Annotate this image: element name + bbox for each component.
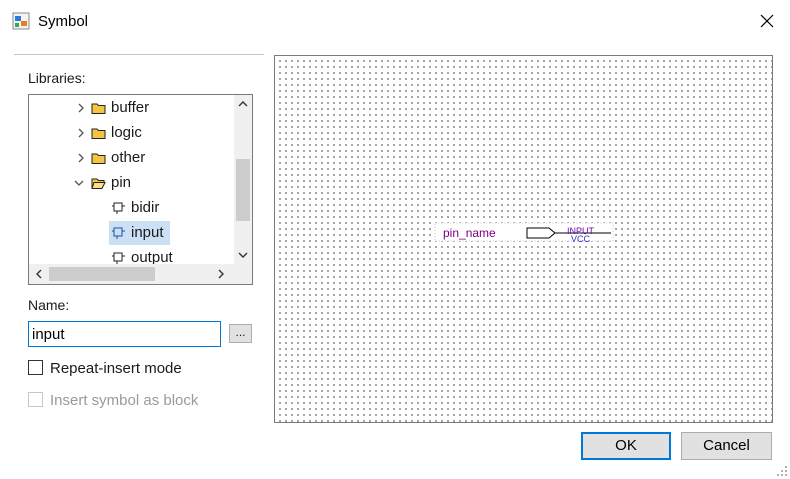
tree-item-label: bidir [131, 199, 160, 216]
chevron-right-icon[interactable] [75, 152, 87, 164]
scrollbar-thumb[interactable] [49, 267, 155, 281]
close-icon [760, 14, 774, 28]
tree-item-buffer[interactable]: buffer [29, 96, 234, 120]
chevron-right-icon[interactable] [75, 127, 87, 139]
scroll-right-icon[interactable] [212, 265, 230, 283]
libraries-label: Libraries: [28, 70, 86, 86]
folder-icon [91, 128, 106, 139]
title-bar: Symbol [0, 0, 790, 42]
vertical-scrollbar[interactable] [234, 95, 252, 264]
scrollbar-thumb[interactable] [236, 159, 250, 221]
browse-button[interactable]: ... [229, 324, 252, 343]
resize-grip-icon[interactable] [776, 465, 788, 477]
libraries-tree[interactable]: buffer logic other pin bidir input outpu… [28, 94, 253, 285]
symbol-icon [112, 202, 125, 214]
symbol-preview: pin_name INPUT VCC [274, 55, 773, 423]
ok-button[interactable]: OK [581, 432, 671, 460]
pin-name-text: pin_name [443, 226, 496, 240]
app-icon [12, 12, 30, 30]
scroll-up-icon[interactable] [234, 95, 252, 113]
chevron-right-icon[interactable] [75, 102, 87, 114]
scroll-down-icon[interactable] [234, 246, 252, 264]
tree-item-pin[interactable]: pin [29, 171, 234, 195]
name-input[interactable] [28, 321, 221, 347]
insert-block-checkbox [28, 392, 43, 407]
input-pin-symbol: pin_name INPUT VCC [434, 222, 614, 244]
symbol-icon [112, 227, 125, 239]
tree-item-bidir[interactable]: bidir [29, 196, 234, 220]
pin-default-text: VCC [571, 234, 591, 244]
tree-item-logic[interactable]: logic [29, 121, 234, 145]
name-label: Name: [28, 297, 70, 313]
tree-item-other[interactable]: other [29, 146, 234, 170]
tree-item-label: logic [111, 124, 142, 141]
cancel-button[interactable]: Cancel [681, 432, 772, 460]
folder-icon [91, 103, 106, 114]
tree-item-label: other [111, 149, 146, 166]
divider [14, 54, 264, 55]
open-folder-icon [91, 178, 106, 189]
chevron-down-icon[interactable] [73, 177, 85, 189]
tree-item-input[interactable]: input [109, 221, 170, 245]
scroll-left-icon[interactable] [30, 265, 48, 283]
tree-item-label: pin [111, 174, 132, 191]
window-title: Symbol [38, 13, 89, 30]
repeat-insert-checkbox[interactable] [28, 360, 43, 375]
repeat-insert-label: Repeat-insert mode [50, 360, 182, 377]
horizontal-scrollbar[interactable] [29, 264, 252, 284]
symbol-icon [112, 252, 125, 264]
insert-block-label: Insert symbol as block [50, 392, 199, 409]
folder-icon [91, 153, 106, 164]
tree-item-label: input [131, 224, 164, 241]
tree-item-label: buffer [111, 99, 150, 116]
close-button[interactable] [744, 0, 790, 42]
